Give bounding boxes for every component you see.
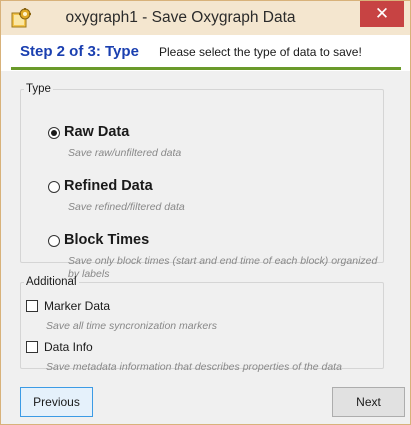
additional-group-legend: Additional <box>26 276 77 288</box>
window-title: oxygraph1 - Save Oxygraph Data <box>65 9 296 26</box>
raw-data-radio[interactable] <box>48 127 60 139</box>
data-info-description: Save metadata information that describes… <box>46 361 342 373</box>
type-group-legend: Type <box>26 83 51 95</box>
marker-data-label[interactable]: Marker Data <box>44 299 110 313</box>
type-group: Type Raw Data Save raw/unfiltered data R… <box>20 83 384 280</box>
step-title: Step 2 of 3: Type <box>20 43 139 60</box>
raw-data-description: Save raw/unfiltered data <box>68 147 182 159</box>
refined-data-radio[interactable] <box>48 181 60 193</box>
data-info-label[interactable]: Data Info <box>44 340 93 354</box>
additional-group: Additional Marker Data Save all time syn… <box>20 276 384 373</box>
title-bar: oxygraph1 - Save Oxygraph Data ✕ <box>1 1 410 35</box>
raw-data-label[interactable]: Raw Data <box>64 124 129 140</box>
data-info-checkbox[interactable] <box>26 341 38 353</box>
block-times-radio[interactable] <box>48 235 60 247</box>
close-button[interactable]: ✕ <box>360 1 404 27</box>
step-description: Please select the type of data to save! <box>159 45 362 59</box>
save-data-window: oxygraph1 - Save Oxygraph Data ✕ Step 2 … <box>0 0 411 425</box>
header-divider <box>11 67 401 70</box>
previous-button[interactable]: Previous <box>20 387 93 417</box>
wizard-content: Type Raw Data Save raw/unfiltered data R… <box>1 71 410 424</box>
refined-data-description: Save refined/filtered data <box>68 201 185 213</box>
next-button[interactable]: Next <box>332 387 405 417</box>
wizard-header: Step 2 of 3: Type Please select the type… <box>1 35 410 71</box>
marker-data-description: Save all time syncronization markers <box>46 320 217 332</box>
refined-data-label[interactable]: Refined Data <box>64 178 153 194</box>
block-times-label[interactable]: Block Times <box>64 232 149 248</box>
marker-data-checkbox[interactable] <box>26 300 38 312</box>
